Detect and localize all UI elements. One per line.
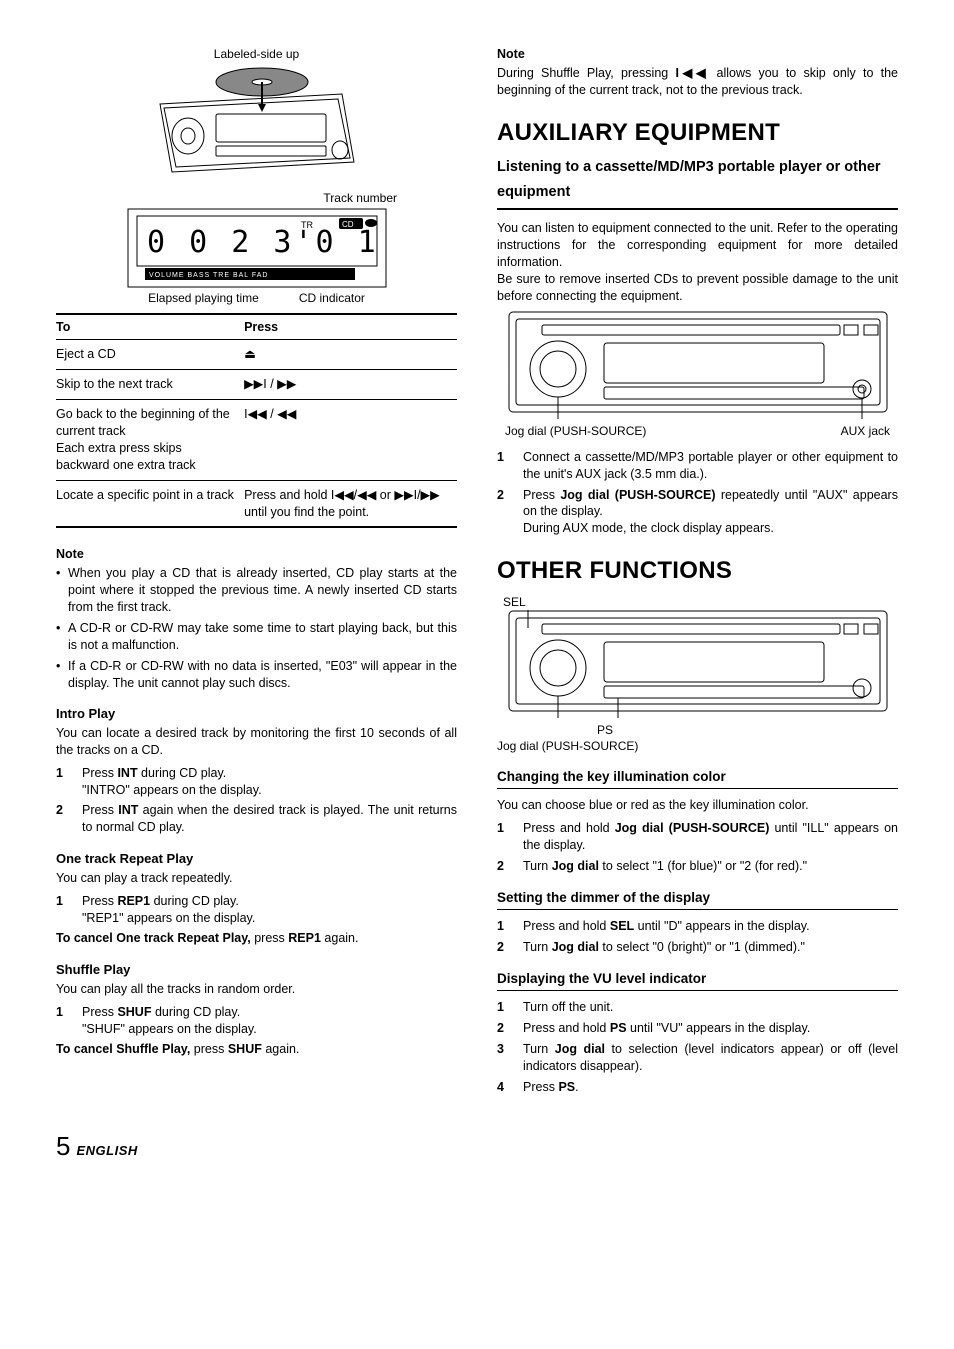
lcd-display: 0 0 2 3'0 1 TR CD VOLUME BASS TRE BAL FA… bbox=[127, 208, 387, 288]
aux-jack-label: AUX jack bbox=[841, 423, 890, 439]
note-heading: Note bbox=[56, 546, 457, 563]
ps-label: PS bbox=[497, 722, 898, 738]
table-row: Go back to the beginning of the current … bbox=[56, 400, 457, 481]
cd-insert-figure: Labeled-side up bbox=[56, 46, 457, 184]
svg-text:TR: TR bbox=[301, 220, 313, 230]
track-number-caption: Track number bbox=[56, 190, 457, 206]
shuffle-cancel: To cancel Shuffle Play, press SHUF again… bbox=[56, 1041, 457, 1058]
list-item: 1 Connect a cassette/MD/MP3 portable pla… bbox=[497, 449, 898, 483]
vu-heading: Displaying the VU level indicator bbox=[497, 970, 898, 991]
car-stereo-front-illustration-2 bbox=[508, 610, 888, 720]
repeat-play-lead: You can play a track repeatedly. bbox=[56, 870, 457, 887]
list-item: 2 Press INT again when the desired track… bbox=[56, 802, 457, 836]
svg-text:0 0 2 3'0 1: 0 0 2 3'0 1 bbox=[147, 225, 379, 260]
elapsed-time-caption: Elapsed playing time bbox=[148, 290, 259, 306]
table-header-to: To bbox=[56, 314, 244, 340]
list-item: 1Press and hold SEL until "D" appears in… bbox=[497, 918, 898, 935]
list-item: If a CD-R or CD-RW with no data is inser… bbox=[68, 658, 457, 692]
illumination-lead: You can choose blue or red as the key il… bbox=[497, 797, 898, 814]
list-item: 1 Press SHUF during CD play."SHUF" appea… bbox=[56, 1004, 457, 1038]
list-item: A CD-R or CD-RW may take some time to st… bbox=[68, 620, 457, 654]
aux-body: You can listen to equipment connected to… bbox=[497, 220, 898, 304]
car-stereo-front-illustration bbox=[508, 311, 888, 421]
table-row: Locate a specific point in a track Press… bbox=[56, 480, 457, 527]
labeled-side-up-caption: Labeled-side up bbox=[56, 46, 457, 62]
list-item: 2Press and hold PS until "VU" appears in… bbox=[497, 1020, 898, 1037]
list-item: 4Press PS. bbox=[497, 1079, 898, 1096]
list-item: 1 Press REP1 during CD play."REP1" appea… bbox=[56, 893, 457, 927]
repeat-cancel: To cancel One track Repeat Play, press R… bbox=[56, 930, 457, 947]
list-item: 1Press and hold Jog dial (PUSH-SOURCE) u… bbox=[497, 820, 898, 854]
jog-dial-label-2: Jog dial (PUSH-SOURCE) bbox=[497, 738, 898, 754]
list-item: 2 Press Jog dial (PUSH-SOURCE) repeatedl… bbox=[497, 487, 898, 538]
shuffle-note-body: During Shuffle Play, pressing I◀◀ allows… bbox=[497, 65, 898, 99]
list-item: 1 Press INT during CD play."INTRO" appea… bbox=[56, 765, 457, 799]
table-row: Skip to the next track ▶▶I / ▶▶ bbox=[56, 370, 457, 400]
list-item: 2Turn Jog dial to select "1 (for blue)" … bbox=[497, 858, 898, 875]
intro-play-heading: Intro Play bbox=[56, 705, 457, 723]
repeat-play-heading: One track Repeat Play bbox=[56, 850, 457, 868]
shuffle-play-heading: Shuffle Play bbox=[56, 961, 457, 979]
cd-indicator-caption: CD indicator bbox=[299, 290, 365, 306]
aux-subheading: Listening to a cassette/MD/MP3 portable … bbox=[497, 155, 898, 210]
operations-table: To Press Eject a CD ⏏ Skip to the next t… bbox=[56, 313, 457, 529]
note-heading: Note bbox=[497, 46, 898, 63]
list-item: 3Turn Jog dial to selection (level indic… bbox=[497, 1041, 898, 1075]
table-header-press: Press bbox=[244, 314, 457, 340]
svg-text:CD: CD bbox=[342, 220, 354, 229]
svg-text:VOLUME BASS TRE BAL FAD: VOLUME BASS TRE BAL FAD bbox=[149, 272, 268, 279]
prev-track-icon: I◀◀ bbox=[675, 66, 709, 80]
car-stereo-illustration bbox=[142, 64, 372, 184]
page-footer: 5 ENGLISH bbox=[56, 1129, 898, 1164]
aux-equipment-title: AUXILIARY EQUIPMENT bbox=[497, 117, 898, 149]
list-item: When you play a CD that is already inser… bbox=[68, 565, 457, 616]
list-item: 2Turn Jog dial to select "0 (bright)" or… bbox=[497, 939, 898, 956]
dimmer-heading: Setting the dimmer of the display bbox=[497, 889, 898, 910]
shuffle-play-lead: You can play all the tracks in random or… bbox=[56, 981, 457, 998]
list-item: 1Turn off the unit. bbox=[497, 999, 898, 1016]
sel-label: SEL bbox=[497, 594, 898, 610]
notes-list: When you play a CD that is already inser… bbox=[56, 565, 457, 691]
language-label: ENGLISH bbox=[76, 1142, 137, 1160]
lcd-figure: Track number 0 0 2 3'0 1 TR CD VOLUME BA… bbox=[56, 190, 457, 306]
other-functions-title: OTHER FUNCTIONS bbox=[497, 555, 898, 587]
table-row: Eject a CD ⏏ bbox=[56, 340, 457, 370]
illumination-heading: Changing the key illumination color bbox=[497, 768, 898, 789]
page-number: 5 bbox=[56, 1129, 70, 1164]
jog-dial-label: Jog dial (PUSH-SOURCE) bbox=[505, 423, 646, 439]
intro-play-lead: You can locate a desired track by monito… bbox=[56, 725, 457, 759]
